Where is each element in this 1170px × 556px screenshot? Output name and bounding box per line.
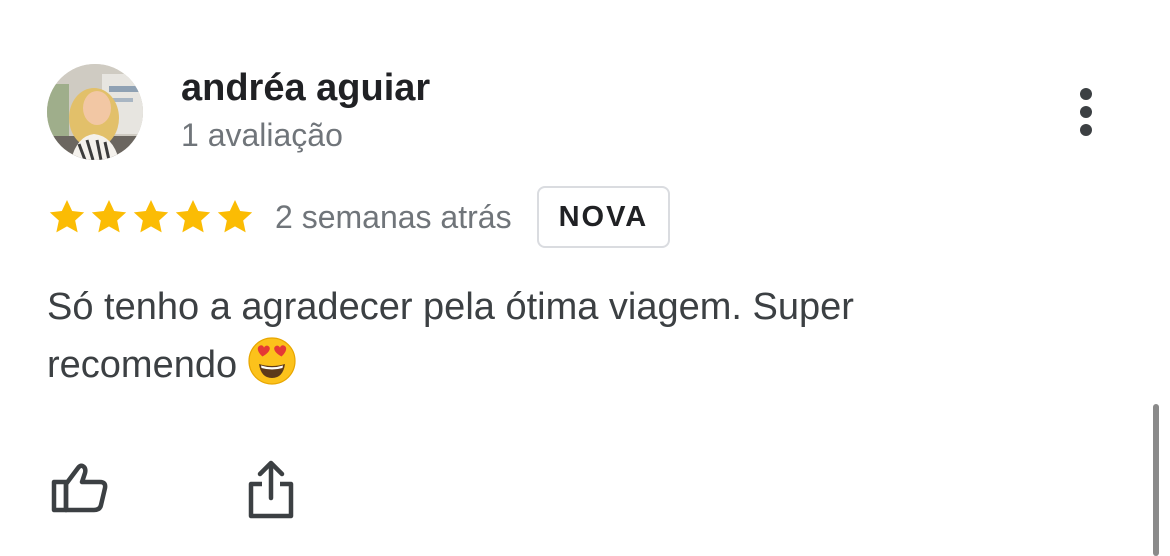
author-name[interactable]: andréa aguiar [181,67,430,110]
star-rating [47,183,257,251]
review-body: Só tenho a agradecer pela ótima viagem. … [47,286,854,386]
review-date: 2 semanas atrás [275,198,512,235]
scrollbar[interactable] [1153,404,1159,556]
star-icon [91,200,127,233]
rating-row: 2 semanas atrás NOVA [47,183,671,251]
avatar[interactable] [47,64,143,160]
heart-eyes-emoji [247,336,297,386]
star-icon [133,200,169,233]
thumbs-up-icon [51,463,108,513]
like-button[interactable] [48,458,110,518]
review-text: Só tenho a agradecer pela ótima viagem. … [47,278,1007,394]
star-icon [175,200,211,233]
more-options-button[interactable] [1062,80,1110,144]
star-icon [49,200,85,233]
new-badge: NOVA [536,186,671,248]
star-icon [217,200,253,233]
share-icon [248,460,294,519]
share-button[interactable] [244,456,298,522]
author-review-count: 1 avaliação [181,117,343,153]
avatar-photo [47,64,143,160]
